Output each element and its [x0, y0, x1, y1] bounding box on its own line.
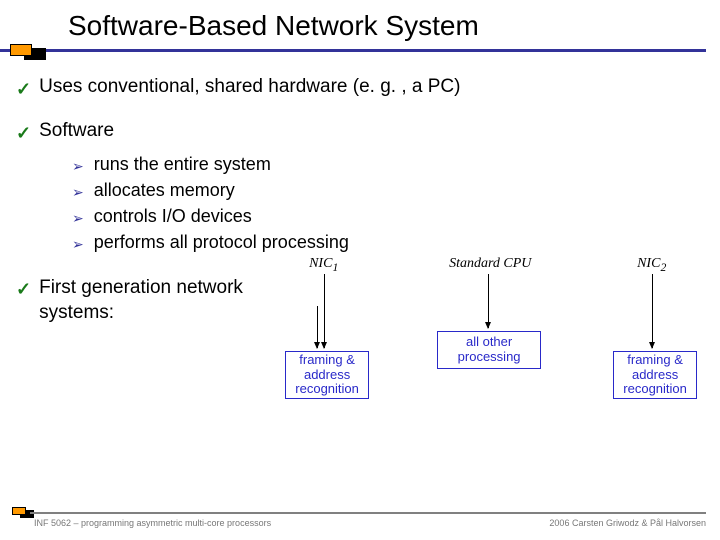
footer-right-text: 2006 Carsten Griwodz & Pål Halvorsen: [549, 518, 706, 528]
bullet-2-text: Software: [39, 120, 114, 142]
sub-bullet: ➢ runs the entire system: [72, 154, 704, 178]
arrow-icon: ➢: [72, 232, 84, 256]
footer: INF 5062 – programming asymmetric multi-…: [0, 512, 720, 534]
sub-bullet-text: allocates memory: [94, 180, 235, 201]
diagram: NIC1 Standard CPU NIC2 framing & address…: [289, 256, 704, 406]
slide-title: Software-Based Network System: [68, 10, 720, 42]
box-framing-right: framing & address recognition: [613, 351, 697, 399]
label-nic1: NIC1: [309, 256, 338, 274]
sub-bullet-text: performs all protocol processing: [94, 232, 349, 253]
arrow-icon: ➢: [72, 206, 84, 230]
title-underline: [0, 49, 706, 52]
arrow-icon: ➢: [72, 154, 84, 178]
arrow-down-icon: [324, 274, 325, 348]
box-framing-left: framing & address recognition: [285, 351, 369, 399]
arrow-down-icon: [488, 274, 489, 328]
bottom-row: ✓ First generation network systems: NIC1…: [16, 276, 704, 406]
label-cpu: Standard CPU: [449, 256, 531, 272]
check-icon: ✓: [16, 120, 31, 146]
bullet-1: ✓ Uses conventional, shared hardware (e.…: [16, 76, 704, 102]
arrow-down-icon: [317, 306, 318, 348]
sub-bullet-list: ➢ runs the entire system ➢ allocates mem…: [72, 154, 704, 256]
sub-bullet: ➢ performs all protocol processing: [72, 232, 704, 256]
bullet-1-text: Uses conventional, shared hardware (e. g…: [39, 76, 460, 98]
sub-bullet-text: runs the entire system: [94, 154, 271, 175]
box-processing: all other processing: [437, 331, 541, 369]
bullet-2: ✓ Software: [16, 120, 704, 146]
label-nic2: NIC2: [637, 256, 666, 274]
arrow-icon: ➢: [72, 180, 84, 204]
sub-bullet: ➢ controls I/O devices: [72, 206, 704, 230]
title-bar: Software-Based Network System: [0, 0, 720, 58]
title-decor: [10, 44, 44, 58]
check-icon: ✓: [16, 76, 31, 102]
content-area: ✓ Uses conventional, shared hardware (e.…: [0, 58, 720, 406]
footer-line: [30, 512, 706, 514]
sub-bullet-text: controls I/O devices: [94, 206, 252, 227]
bullet-3-text: First generation network systems:: [39, 276, 289, 325]
arrow-down-icon: [652, 274, 653, 348]
sub-bullet: ➢ allocates memory: [72, 180, 704, 204]
check-icon: ✓: [16, 276, 31, 302]
footer-left-text: INF 5062 – programming asymmetric multi-…: [34, 518, 271, 528]
